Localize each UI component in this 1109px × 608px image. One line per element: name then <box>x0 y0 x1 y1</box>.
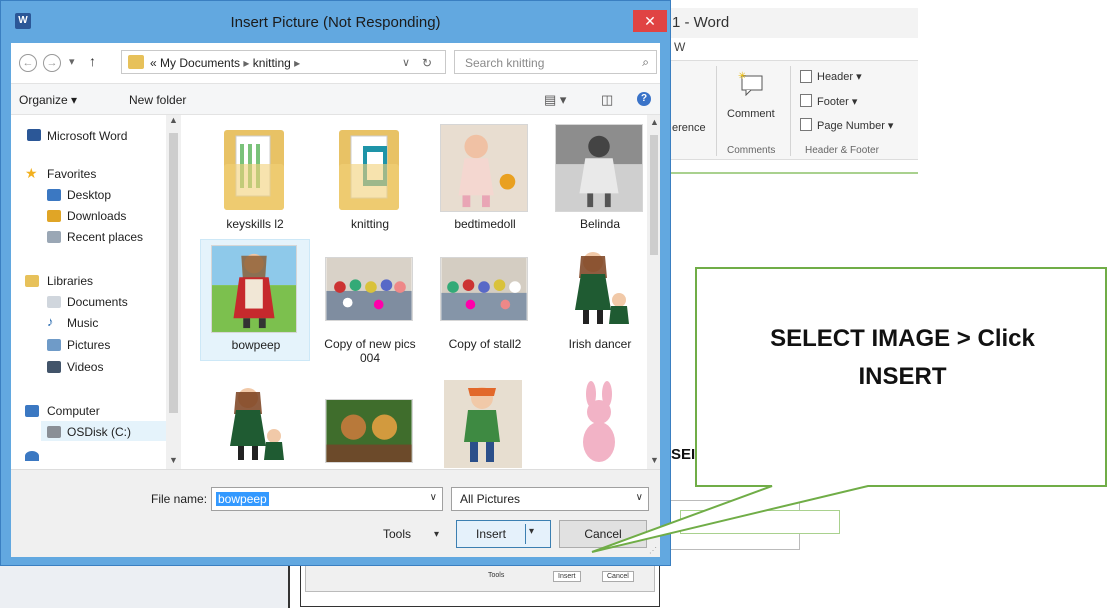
callout-line-1: SELECT IMAGE > Click <box>770 325 1035 352</box>
callout-instruction: SELECT IMAGE > Click INSERT <box>700 320 1105 396</box>
callout-shape <box>591 267 1107 553</box>
callout-line-2: INSERT <box>858 363 947 390</box>
